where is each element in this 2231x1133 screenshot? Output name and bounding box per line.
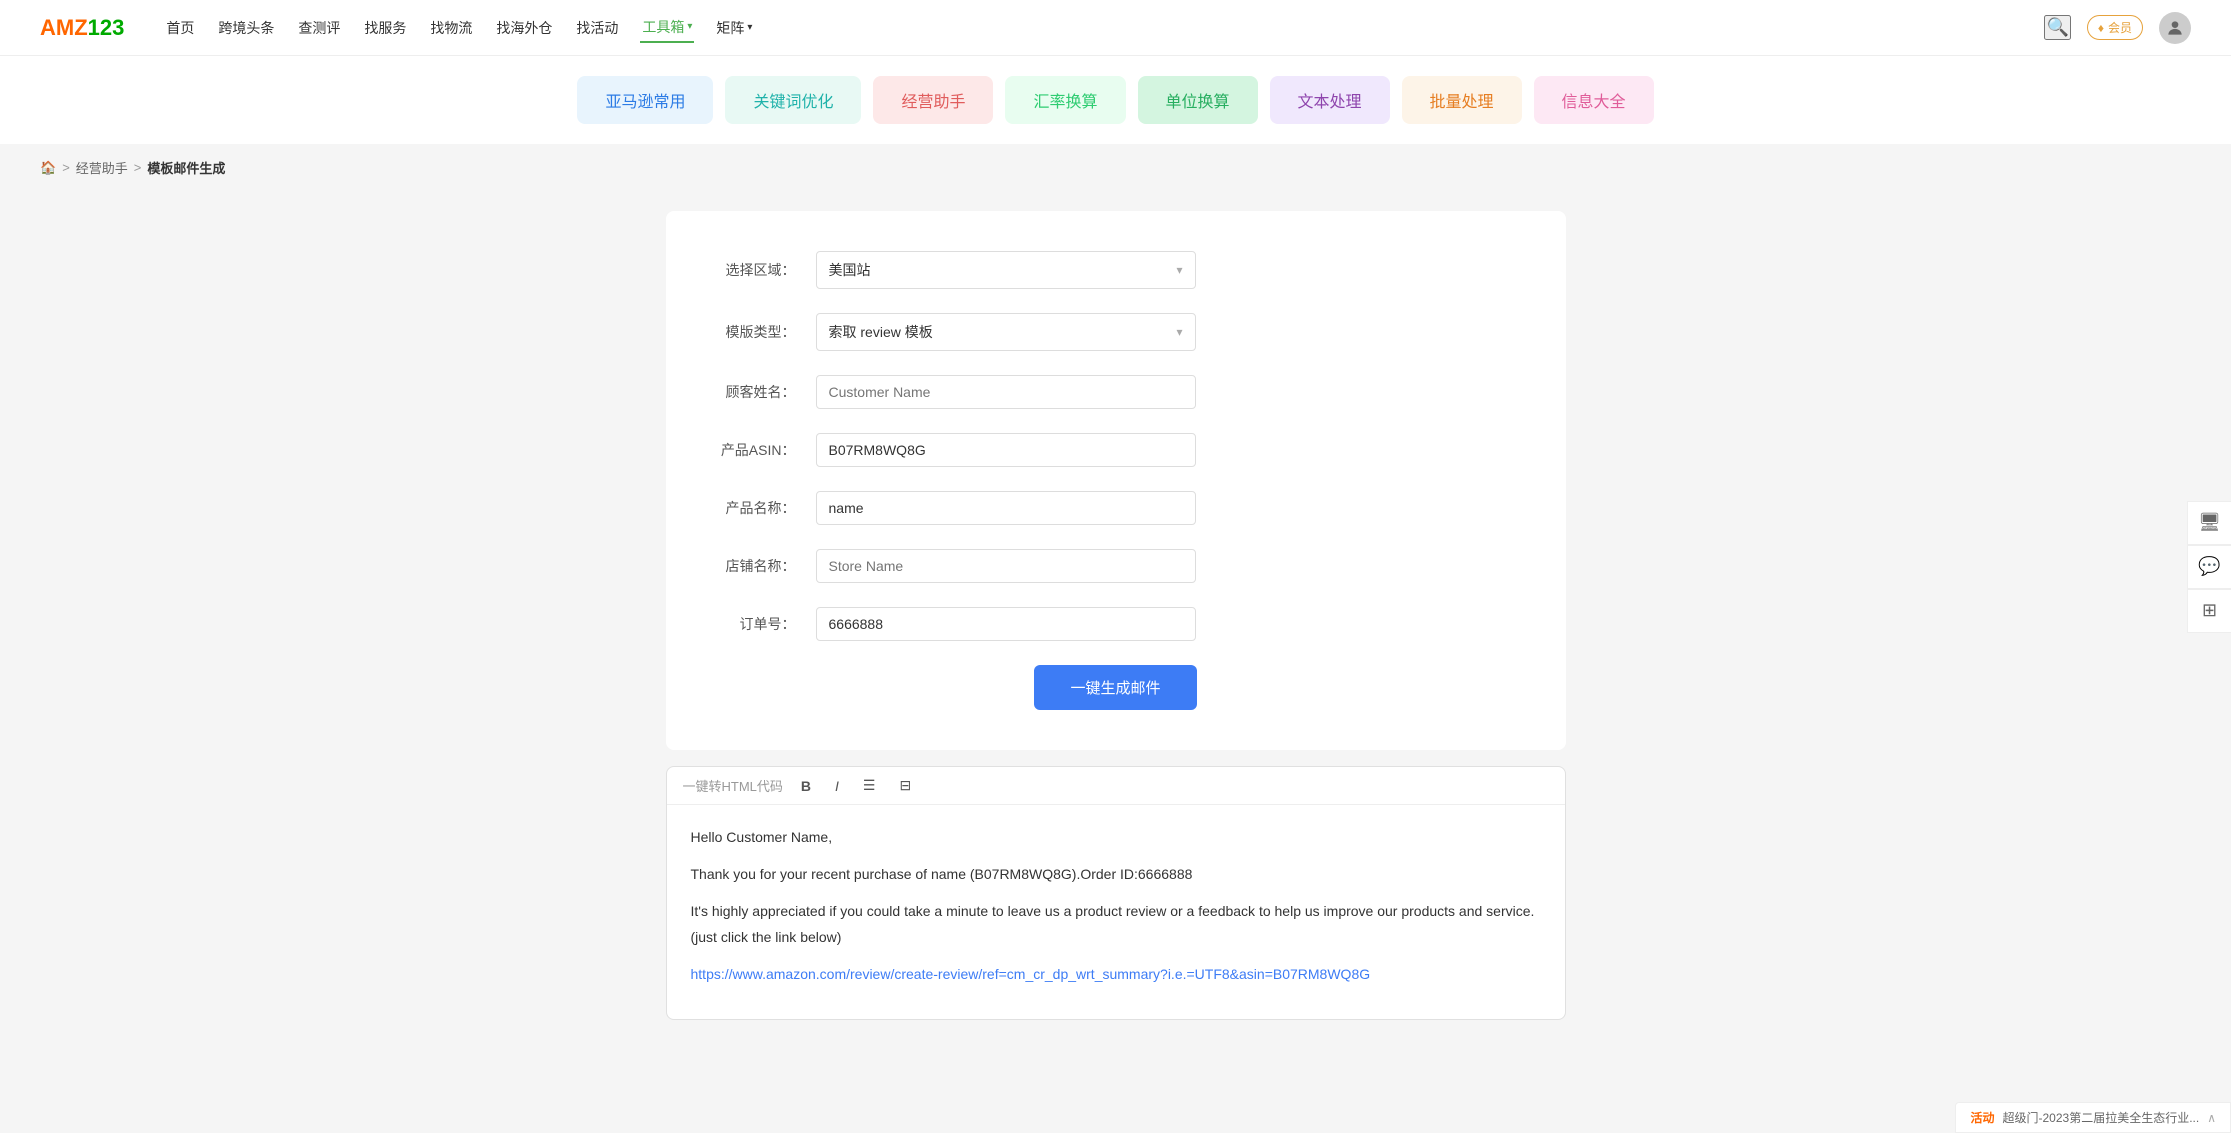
html-convert-btn[interactable]: 一键转HTML代码	[683, 776, 783, 795]
search-button[interactable]: 🔍	[2044, 15, 2070, 40]
store-label: 店铺名称：	[706, 556, 796, 576]
customer-input[interactable]	[816, 375, 1196, 409]
toolbox-arrow-icon: ▾	[687, 21, 692, 32]
template-label: 模版类型：	[706, 322, 796, 342]
email-greeting: Hello Customer Name,	[691, 825, 1541, 850]
editor-area: 一键转HTML代码 B I ☰ ⊟ Hello Customer Name, T…	[666, 766, 1566, 1020]
customer-input-wrap	[816, 375, 1196, 409]
cat-info-center[interactable]: 信息大全	[1534, 76, 1654, 124]
bold-button[interactable]: B	[795, 776, 817, 796]
order-label: 订单号：	[706, 614, 796, 634]
cat-keyword-opt[interactable]: 关键词优化	[725, 76, 861, 124]
generate-email-button[interactable]: 一键生成邮件	[1034, 665, 1196, 710]
activity-label: 活动	[1970, 1109, 1994, 1126]
breadcrumb-current: 模板邮件生成	[147, 158, 225, 177]
home-icon[interactable]: 🏠	[40, 160, 56, 176]
product-label: 产品名称：	[706, 498, 796, 518]
grid-icon: ⊞	[2202, 600, 2217, 621]
breadcrumb: 🏠 > 经营助手 > 模板邮件生成	[0, 144, 2231, 191]
asin-row: 产品ASIN：	[706, 433, 1526, 467]
email-link-line: https://www.amazon.com/review/create-rev…	[691, 962, 1541, 987]
product-input[interactable]	[816, 491, 1196, 525]
cat-text-process[interactable]: 文本处理	[1270, 76, 1390, 124]
email-request: It's highly appreciated if you could tak…	[691, 899, 1541, 949]
ordered-list-button[interactable]: ⊟	[893, 775, 917, 796]
breadcrumb-biz-assistant[interactable]: 经营助手	[76, 158, 128, 177]
logo[interactable]: AMZ123	[40, 15, 124, 41]
asin-input[interactable]	[816, 433, 1196, 467]
region-select[interactable]: 美国站 ▾	[816, 251, 1196, 289]
region-label: 选择区域：	[706, 260, 796, 280]
breadcrumb-sep1: >	[62, 160, 70, 175]
order-input[interactable]	[816, 607, 1196, 641]
template-row: 模版类型： 索取 review 模板 ▾	[706, 313, 1526, 351]
nav-headlines[interactable]: 跨境头条	[216, 14, 276, 42]
logo-amz: AMZ	[40, 15, 88, 40]
logo-num: 123	[88, 15, 125, 40]
asin-label: 产品ASIN：	[706, 440, 796, 460]
region-row: 选择区域： 美国站 ▾	[706, 251, 1526, 289]
store-row: 店铺名称：	[706, 549, 1526, 583]
form-card: 选择区域： 美国站 ▾ 模版类型： 索取 review 模板 ▾ 顾客姓名：	[666, 211, 1566, 750]
template-select[interactable]: 索取 review 模板 ▾	[816, 313, 1196, 351]
diamond-icon: ♦	[2098, 21, 2104, 35]
editor-toolbar: 一键转HTML代码 B I ☰ ⊟	[667, 767, 1565, 805]
store-input-wrap	[816, 549, 1196, 583]
asin-input-wrap	[816, 433, 1196, 467]
breadcrumb-sep2: >	[134, 160, 142, 175]
unordered-list-button[interactable]: ☰	[857, 775, 882, 796]
nav-overseas[interactable]: 找海外仓	[494, 14, 554, 42]
monitor-icon: 🖥	[2198, 512, 2221, 533]
category-bar: 亚马逊常用 关键词优化 经营助手 汇率换算 单位换算 文本处理 批量处理 信息大…	[0, 56, 2231, 144]
activity-bar: 活动 超级门-2023第二届拉美全生态行业... ∧	[1955, 1102, 2231, 1133]
customer-label: 顾客姓名：	[706, 382, 796, 402]
email-thank-you: Thank you for your recent purchase of na…	[691, 862, 1541, 887]
store-input[interactable]	[816, 549, 1196, 583]
nav-home[interactable]: 首页	[164, 14, 196, 42]
header: AMZ123 首页 跨境头条 查测评 找服务 找物流 找海外仓 找活动 工具箱 …	[0, 0, 2231, 56]
cat-unit-convert[interactable]: 单位换算	[1138, 76, 1258, 124]
order-input-wrap	[816, 607, 1196, 641]
nav-review[interactable]: 查测评	[296, 14, 342, 42]
region-arrow-icon: ▾	[1176, 263, 1182, 277]
nav-matrix[interactable]: 矩阵 ▾	[714, 14, 754, 42]
editor-content: Hello Customer Name, Thank you for your …	[667, 805, 1565, 1019]
chat-button[interactable]: 💬	[2187, 545, 2231, 589]
review-link[interactable]: https://www.amazon.com/review/create-rev…	[691, 966, 1371, 982]
cat-exchange-rate[interactable]: 汇率换算	[1005, 76, 1125, 124]
main-content: 选择区域： 美国站 ▾ 模版类型： 索取 review 模板 ▾ 顾客姓名：	[0, 191, 2231, 1040]
nav-activities[interactable]: 找活动	[574, 14, 620, 42]
cat-amazon-common[interactable]: 亚马逊常用	[577, 76, 713, 124]
nav-toolbox[interactable]: 工具箱 ▾	[640, 13, 694, 43]
vip-button[interactable]: ♦ 会员	[2087, 15, 2143, 40]
italic-button[interactable]: I	[829, 776, 845, 796]
matrix-arrow-icon: ▾	[747, 22, 752, 33]
product-row: 产品名称：	[706, 491, 1526, 525]
product-input-wrap	[816, 491, 1196, 525]
chat-icon: 💬	[2198, 556, 2220, 577]
cat-batch-process[interactable]: 批量处理	[1402, 76, 1522, 124]
nav-logistics[interactable]: 找物流	[428, 14, 474, 42]
activity-text[interactable]: 超级门-2023第二届拉美全生态行业...	[2003, 1109, 2200, 1126]
header-right: 🔍 ♦ 会员	[2044, 12, 2191, 44]
template-arrow-icon: ▾	[1176, 325, 1182, 339]
order-row: 订单号：	[706, 607, 1526, 641]
grid-button[interactable]: ⊞	[2187, 589, 2231, 633]
avatar[interactable]	[2159, 12, 2191, 44]
activity-close-button[interactable]: ∧	[2207, 1111, 2216, 1125]
nav-service[interactable]: 找服务	[362, 14, 408, 42]
customer-row: 顾客姓名：	[706, 375, 1526, 409]
monitor-button[interactable]: 🖥	[2187, 501, 2231, 545]
right-sidebar: 🖥 💬 ⊞	[2187, 501, 2231, 633]
main-nav: 首页 跨境头条 查测评 找服务 找物流 找海外仓 找活动 工具箱 ▾ 矩阵 ▾	[164, 13, 754, 43]
cat-biz-assistant[interactable]: 经营助手	[873, 76, 993, 124]
